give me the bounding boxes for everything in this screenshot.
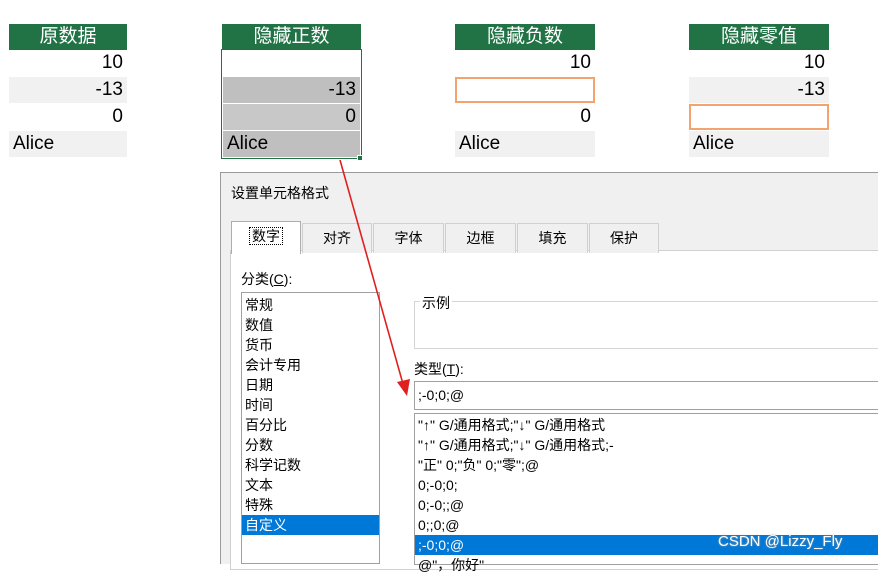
watermark: CSDN @Lizzy_Fly [718, 533, 843, 550]
annotation-arrow [339, 159, 410, 396]
